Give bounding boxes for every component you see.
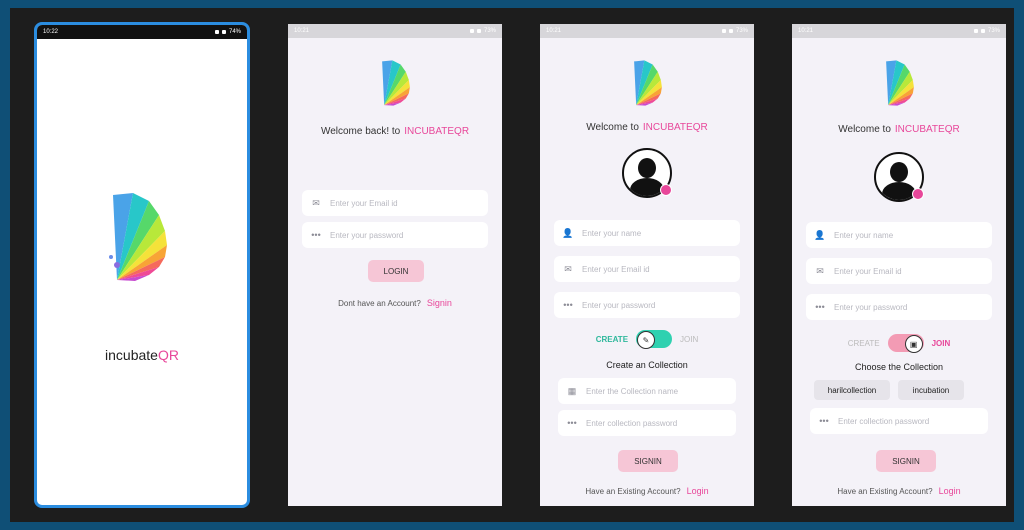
login-screen: 10:21 73% Welcome back! to INCUBATEQR ✉ E…	[288, 24, 502, 506]
collection-password-field[interactable]: ••• Enter collection password	[558, 410, 736, 436]
status-battery: 73%	[987, 28, 1000, 34]
brand-text: INCUBATEQR	[894, 124, 960, 135]
password-placeholder: Enter your password	[834, 302, 908, 312]
toggle-join-label: JOIN	[680, 334, 699, 344]
toggle-create-label: CREATE	[595, 334, 629, 344]
password-dots-icon: •••	[563, 300, 573, 310]
collection-name-field[interactable]: ▦ Enter the Collection name	[558, 378, 736, 404]
envelope-icon: ✉	[816, 265, 824, 276]
grid-icon: ▦	[567, 385, 577, 396]
signup-join-screen: 10:21 73% Welcome to INCUBATEQR 👤 Enter y…	[792, 24, 1006, 506]
password-placeholder: Enter your password	[582, 300, 656, 310]
status-battery: 73%	[735, 28, 748, 34]
person-icon: 👤	[814, 229, 826, 240]
login-link[interactable]: Login	[687, 486, 709, 496]
password-dots-icon: •••	[311, 230, 321, 240]
existing-account-text: Have an Existing Account?	[585, 487, 681, 496]
no-account-text: Dont have an Account?	[338, 299, 421, 308]
email-placeholder: Enter your Email id	[834, 266, 902, 276]
splash-app-name: incubateQR	[37, 347, 247, 363]
signup-prompt: Dont have an Account? Signin	[288, 298, 502, 308]
toggle-join-label: JOIN	[931, 338, 951, 348]
incubateqr-logo-icon	[382, 60, 410, 106]
create-join-toggle-row: CREATE ✎ JOIN	[540, 330, 754, 349]
welcome-title: Welcome to INCUBATEQR	[540, 122, 754, 133]
signin-button[interactable]: SIGNIN	[618, 450, 678, 472]
name-placeholder: Enter your name	[582, 228, 642, 238]
welcome-text: Welcome to	[586, 122, 639, 133]
status-battery: 74%	[228, 29, 241, 35]
welcome-text: Welcome back! to	[320, 126, 401, 137]
status-bar: 10:22 74%	[37, 25, 247, 39]
incubateqr-logo-icon	[886, 60, 914, 106]
login-link[interactable]: Login	[939, 486, 961, 496]
password-dots-icon: •••	[815, 302, 825, 312]
screenshot-stage: 10:22 74% incubateQR 10:21 73% Welcome b…	[10, 8, 1014, 522]
incubateqr-logo-icon	[109, 193, 167, 281]
status-bar: 10:21 73%	[540, 24, 754, 38]
camera-badge-icon[interactable]	[660, 184, 672, 196]
name-placeholder: Enter your name	[834, 230, 894, 240]
section-title: Create an Collection	[606, 360, 688, 370]
splash-screen: 10:22 74% incubateQR	[34, 22, 250, 508]
collection-password-placeholder: Enter collection password	[586, 418, 678, 428]
brand-text: INCUBATEQR	[404, 126, 470, 137]
section-title: Choose the Collection	[854, 362, 944, 372]
status-time: 10:21	[546, 28, 562, 34]
envelope-icon: ✉	[564, 263, 572, 274]
password-placeholder: Enter your password	[330, 230, 404, 240]
brand-text: INCUBATEQR	[642, 122, 708, 133]
collection-password-placeholder: Enter collection password	[838, 416, 930, 426]
welcome-title: Welcome back! to INCUBATEQR	[288, 126, 502, 137]
incubateqr-logo-icon	[634, 60, 662, 106]
name-field[interactable]: 👤 Enter your name	[554, 220, 740, 246]
collection-password-field[interactable]: ••• Enter collection password	[810, 408, 988, 434]
person-icon: 👤	[562, 227, 574, 238]
door-icon: ▣	[904, 335, 923, 353]
signup-create-screen: 10:21 73% Welcome to INCUBATEQR 👤 Enter y…	[540, 24, 754, 506]
login-prompt: Have an Existing Account? Login	[540, 486, 754, 496]
password-field[interactable]: ••• Enter your password	[554, 292, 740, 318]
welcome-title: Welcome to INCUBATEQR	[792, 124, 1006, 135]
collection-chip[interactable]: harilcollection	[814, 380, 890, 400]
existing-account-text: Have an Existing Account?	[837, 487, 933, 496]
name-field[interactable]: 👤 Enter your name	[806, 222, 992, 248]
password-field[interactable]: ••• Enter your password	[806, 294, 992, 320]
status-icons: 73%	[973, 28, 1000, 34]
status-bar: 10:21 73%	[792, 24, 1006, 38]
create-join-toggle[interactable]: ▣	[887, 334, 924, 353]
toggle-create-label: CREATE	[847, 338, 880, 348]
pencil-icon: ✎	[637, 331, 656, 349]
envelope-icon: ✉	[312, 197, 320, 208]
login-prompt: Have an Existing Account? Login	[792, 486, 1006, 496]
status-icons: 73%	[721, 28, 748, 34]
signin-button[interactable]: SIGNIN	[876, 450, 936, 472]
collection-name-placeholder: Enter the Collection name	[586, 386, 679, 396]
create-join-toggle[interactable]: ✎	[636, 330, 673, 349]
create-join-toggle-row: CREATE ▣ JOIN	[792, 334, 1006, 353]
collection-chip[interactable]: incubation	[898, 380, 964, 400]
app-name-prefix: incubate	[105, 347, 158, 363]
app-name-suffix: QR	[157, 347, 179, 363]
email-placeholder: Enter your Email id	[582, 264, 650, 274]
status-battery: 73%	[483, 28, 496, 34]
status-icons: 73%	[469, 28, 496, 34]
email-field[interactable]: ✉ Enter your Email id	[554, 256, 740, 282]
status-time: 10:22	[43, 29, 59, 35]
status-bar: 10:21 73%	[288, 24, 502, 38]
password-dots-icon: •••	[567, 418, 577, 428]
email-placeholder: Enter your Email id	[330, 198, 398, 208]
password-dots-icon: •••	[819, 416, 829, 426]
email-field[interactable]: ✉ Enter your Email id	[302, 190, 488, 216]
login-button[interactable]: LOGIN	[368, 260, 424, 282]
password-field[interactable]: ••• Enter your password	[302, 222, 488, 248]
status-icons: 74%	[214, 29, 241, 35]
status-time: 10:21	[798, 28, 814, 34]
welcome-text: Welcome to	[838, 124, 891, 135]
status-time: 10:21	[294, 28, 310, 34]
signin-link[interactable]: Signin	[427, 298, 452, 308]
camera-badge-icon[interactable]	[912, 188, 924, 200]
email-field[interactable]: ✉ Enter your Email id	[806, 258, 992, 284]
